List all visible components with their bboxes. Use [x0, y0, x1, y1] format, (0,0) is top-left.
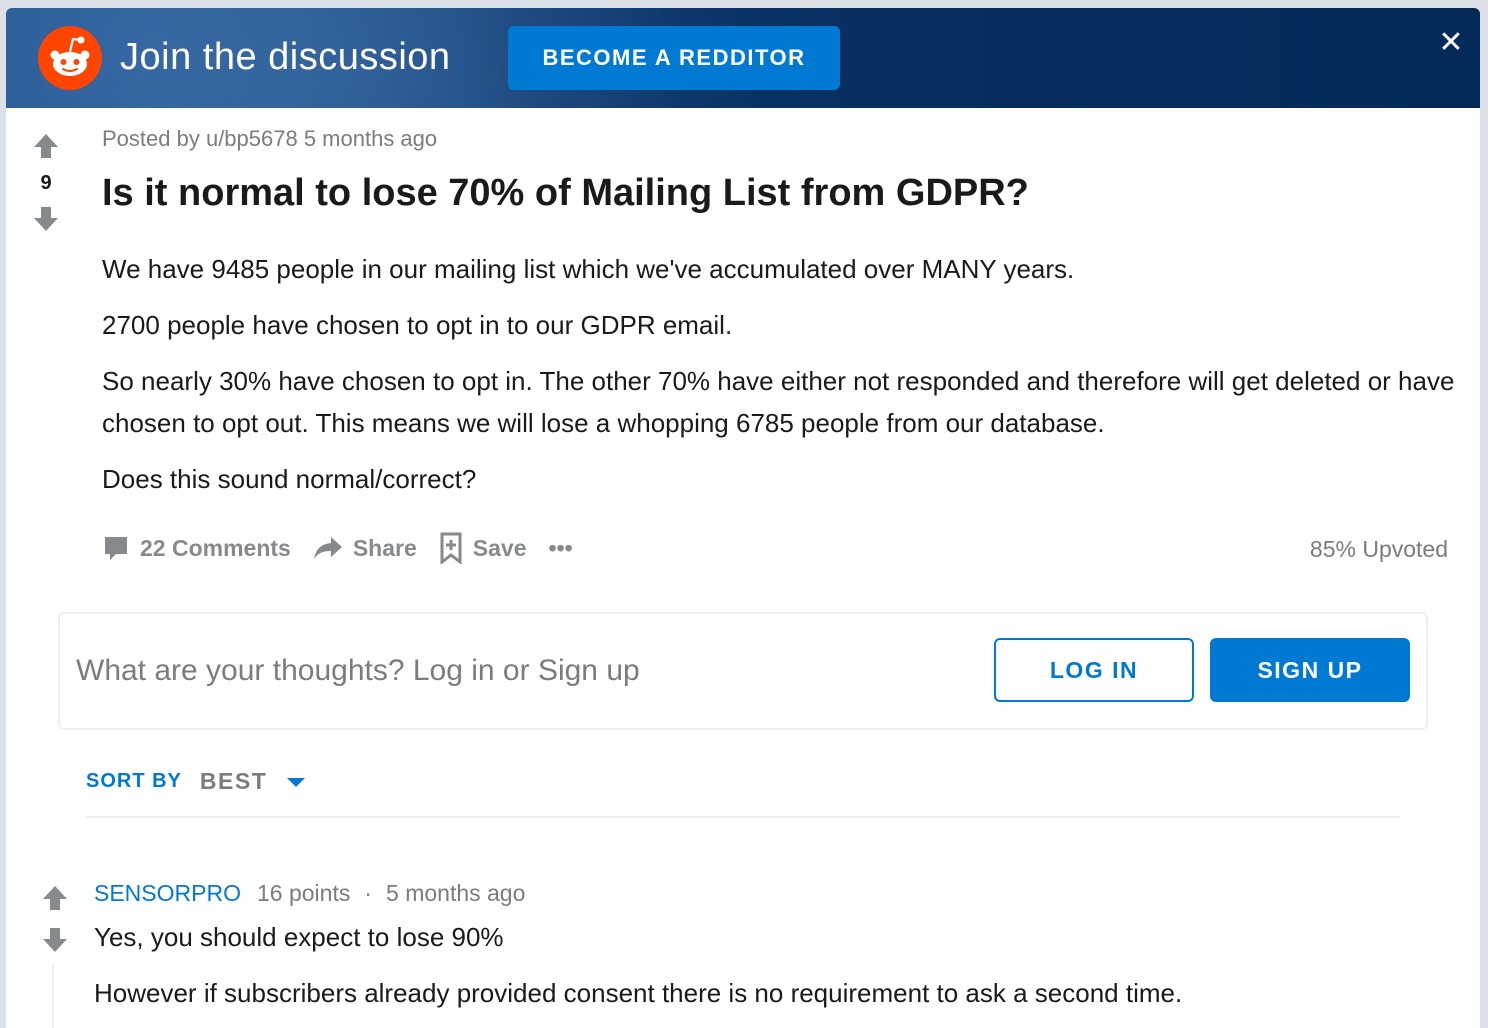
banner-title: Join the discussion — [120, 36, 451, 78]
post-vote-column: 9 — [28, 132, 64, 233]
comments-label: 22 Comments — [140, 534, 291, 561]
sort-value: BEST — [199, 768, 268, 794]
sort-label: SORT BY — [86, 770, 182, 792]
comment-points: 16 points — [256, 880, 351, 906]
comment-paragraph: Yes, you should expect to lose 90% — [94, 922, 504, 952]
caret-down-icon — [287, 777, 306, 787]
comment-author[interactable]: SENSORPRO — [94, 880, 241, 907]
post-paragraph: 2700 people have chosen to opt in to our… — [102, 310, 733, 340]
comment-upvote-arrow-icon[interactable] — [41, 884, 69, 912]
comments-button[interactable]: 22 Comments — [102, 534, 291, 562]
reddit-logo-icon — [38, 26, 102, 90]
comment-vote-column — [40, 884, 70, 954]
become-redditor-button[interactable]: BECOME A REDDITOR — [508, 26, 840, 90]
post-body: We have 9485 people in our mailing list … — [102, 248, 1472, 514]
comment-paragraph: However if subscribers already provided … — [94, 978, 1183, 1008]
share-label: Share — [352, 534, 417, 561]
sort-divider — [86, 816, 1400, 818]
upvote-arrow-icon[interactable] — [32, 132, 60, 160]
comment-prompt: What are your thoughts? Log in or Sign u… — [76, 654, 640, 687]
post-paragraph: So nearly 30% have chosen to opt in. The… — [102, 366, 1455, 438]
share-arrow-icon — [313, 537, 342, 559]
comment-login-box: What are your thoughts? Log in or Sign u… — [58, 612, 1428, 730]
post-title[interactable]: Is it normal to lose 70% of Mailing List… — [102, 172, 1029, 215]
save-label: Save — [472, 534, 527, 561]
post-paragraph: We have 9485 people in our mailing list … — [102, 254, 1075, 284]
comment-downvote-arrow-icon[interactable] — [41, 926, 69, 954]
downvote-arrow-icon[interactable] — [32, 205, 60, 233]
share-button[interactable]: Share — [313, 534, 417, 562]
post-actions: 22 Comments Share Save ••• — [102, 528, 595, 568]
post-score: 9 — [40, 172, 52, 194]
sign-up-button[interactable]: SIGN UP — [1210, 638, 1410, 702]
comment-bubble-icon — [105, 537, 127, 560]
post-meta: Posted by u/bp5678 5 months ago — [102, 126, 438, 151]
post-paragraph: Does this sound normal/correct? — [102, 464, 477, 494]
bookmark-icon — [440, 532, 462, 564]
sort-dropdown[interactable]: SORT BY BEST — [86, 768, 307, 795]
comment-meta: SENSORPRO 16 points · 5 months ago — [94, 880, 525, 907]
more-options-icon[interactable]: ••• — [548, 535, 572, 562]
post-card: 9 Posted by u/bp5678 5 months ago Is it … — [6, 108, 1480, 1028]
join-banner: Join the discussion BECOME A REDDITOR ✕ — [6, 8, 1480, 108]
log-in-button[interactable]: LOG IN — [994, 638, 1194, 702]
comment-thread-line[interactable] — [52, 964, 54, 1028]
comment-body: Yes, you should expect to lose 90% Howev… — [94, 916, 1464, 1028]
save-button[interactable]: Save — [439, 532, 527, 564]
meta-separator: · — [364, 880, 373, 906]
upvoted-ratio: 85% Upvoted — [1309, 536, 1448, 562]
comment-time[interactable]: 5 months ago — [386, 880, 525, 907]
close-icon[interactable]: ✕ — [1436, 28, 1466, 58]
